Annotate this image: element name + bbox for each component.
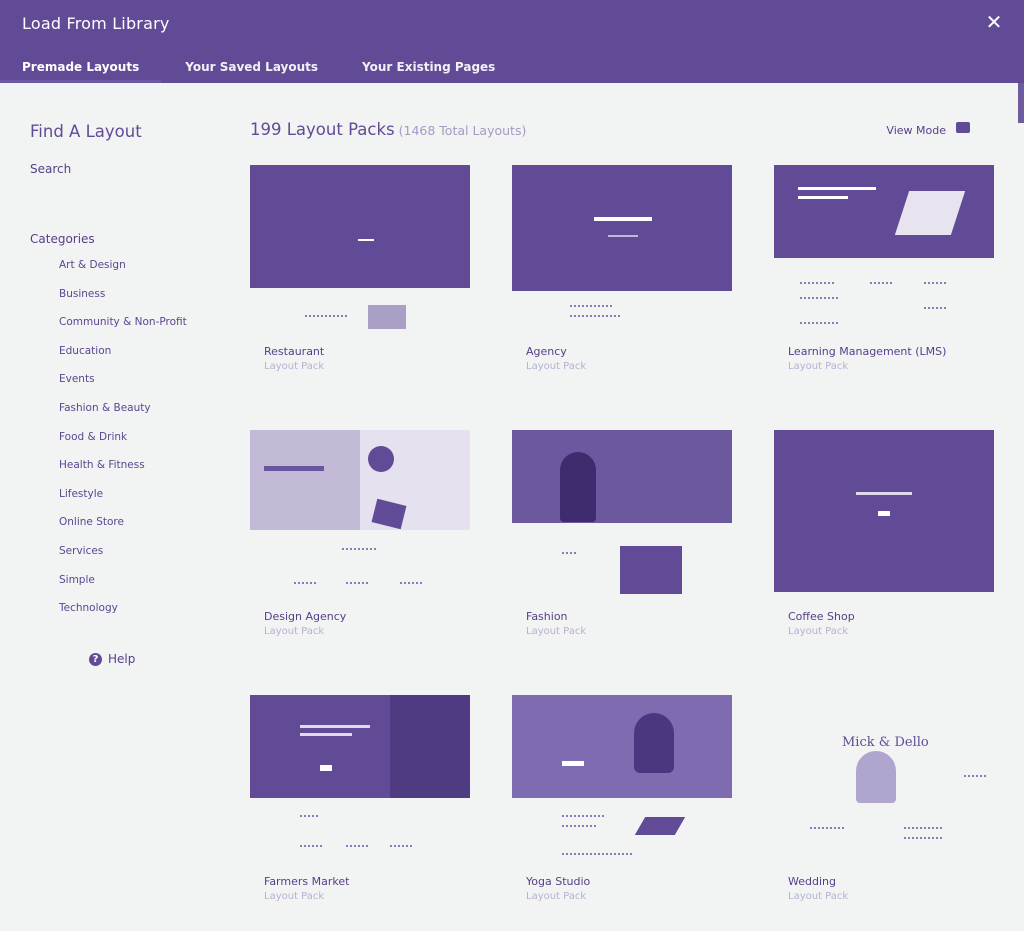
tab-existing-pages[interactable]: Your Existing Pages [340,52,517,83]
scrollbar-thumb[interactable] [1018,83,1024,123]
layout-name: Farmers Market [264,875,350,888]
pack-count-text: 199 Layout Packs [250,120,395,139]
layout-pack-count: 199 Layout Packs (1468 Total Layouts) [250,120,526,139]
layout-thumbnail: Mick & Dello [774,695,994,865]
layout-type: Layout Pack [788,626,849,637]
layout-thumbnail [250,695,470,865]
category-simple[interactable]: Simple [59,573,220,602]
tab-bar: Premade Layouts Your Saved Layouts Your … [0,52,517,83]
categories-heading: Categories [30,232,95,246]
layout-name: Agency [526,345,567,358]
layout-thumbnail [512,165,732,335]
layout-card-lms[interactable]: Learning Management (LMS) Layout Pack [774,165,994,385]
category-food-drink[interactable]: Food & Drink [59,430,220,459]
close-icon[interactable]: ✕ [984,12,1004,32]
layout-type: Layout Pack [264,891,325,902]
tab-saved-layouts[interactable]: Your Saved Layouts [161,52,340,83]
layout-thumbnail [250,165,470,335]
layout-thumbnail [250,430,470,600]
category-technology[interactable]: Technology [59,601,220,630]
total-layouts-count: (1468 Total Layouts) [398,123,527,138]
help-link[interactable]: ? Help [89,652,135,666]
category-health-fitness[interactable]: Health & Fitness [59,458,220,487]
category-art-design[interactable]: Art & Design [59,258,220,287]
layout-thumbnail [512,430,732,600]
layout-name: Wedding [788,875,836,888]
layout-type: Layout Pack [788,361,849,372]
category-education[interactable]: Education [59,344,220,373]
layout-card-restaurant[interactable]: Restaurant Layout Pack [250,165,470,385]
layout-thumbnail [774,165,994,335]
search-link[interactable]: Search [30,162,220,176]
sidebar: Find A Layout Search Categories Art & De… [30,120,220,630]
category-online-store[interactable]: Online Store [59,515,220,544]
layout-name: Yoga Studio [526,875,591,888]
layout-card-yoga-studio[interactable]: Yoga Studio Layout Pack [512,695,732,915]
layout-card-farmers-market[interactable]: Farmers Market Layout Pack [250,695,470,915]
category-business[interactable]: Business [59,287,220,316]
layout-card-agency[interactable]: Agency Layout Pack [512,165,732,385]
grid-view-icon [956,122,970,133]
layout-card-design-agency[interactable]: Design Agency Layout Pack [250,430,470,650]
layout-type: Layout Pack [788,891,849,902]
category-events[interactable]: Events [59,372,220,401]
layout-type: Layout Pack [526,626,587,637]
sidebar-title: Find A Layout [30,122,142,141]
layout-type: Layout Pack [264,361,325,372]
modal-title: Load From Library [22,14,170,33]
help-label: Help [108,652,136,666]
view-mode-label: View Mode [886,124,946,137]
category-list: Art & Design Business Community & Non-Pr… [59,258,220,630]
layout-card-fashion[interactable]: Fashion Layout Pack [512,430,732,650]
modal-header: Load From Library ✕ Premade Layouts Your… [0,0,1024,83]
layout-name: Learning Management (LMS) [788,345,947,358]
layout-name: Fashion [526,610,568,623]
tab-premade-layouts[interactable]: Premade Layouts [0,52,162,83]
layout-card-wedding[interactable]: Mick & Dello Wedding Layout Pack [774,695,994,915]
layout-thumbnail [512,695,732,865]
category-community-non-profit[interactable]: Community & Non-Profit [59,315,220,344]
category-lifestyle[interactable]: Lifestyle [59,487,220,516]
category-fashion-beauty[interactable]: Fashion & Beauty [59,401,220,430]
layout-type: Layout Pack [526,361,587,372]
layout-card-coffee-shop[interactable]: Coffee Shop Layout Pack [774,430,994,650]
view-mode-button[interactable]: View Mode [886,122,970,137]
layout-name: Design Agency [264,610,347,623]
layout-thumbnail [774,430,994,600]
layout-name: Restaurant [264,345,325,358]
wedding-thumb-title: Mick & Dello [842,735,929,750]
help-icon: ? [89,652,102,666]
results-header: 199 Layout Packs (1468 Total Layouts) Vie… [250,120,970,146]
category-services[interactable]: Services [59,544,220,573]
layout-type: Layout Pack [264,626,325,637]
layout-name: Coffee Shop [788,610,855,623]
layout-type: Layout Pack [526,891,587,902]
